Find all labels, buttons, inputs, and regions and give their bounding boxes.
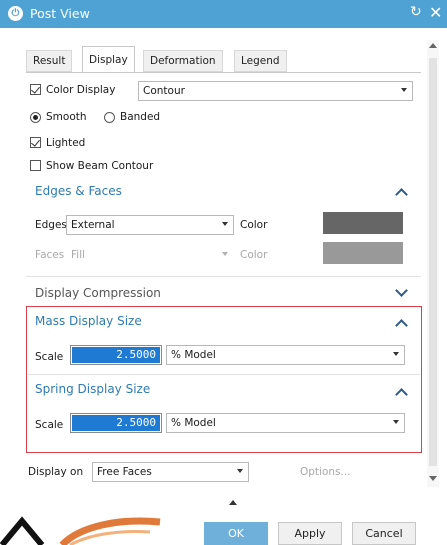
- display-on-label: Display on: [28, 466, 84, 478]
- chevron-down-icon: [393, 352, 399, 356]
- tab-legend[interactable]: Legend: [234, 50, 287, 72]
- apply-button[interactable]: Apply: [278, 522, 342, 545]
- banded-radio[interactable]: [104, 112, 115, 123]
- display-on-dropdown[interactable]: Free Faces: [92, 462, 249, 482]
- tab-label: Display: [89, 54, 128, 66]
- show-beam-contour-checkbox[interactable]: [30, 160, 41, 171]
- chevron-down-icon: [237, 469, 243, 473]
- title-bar: ⏻ Post View ↻ ✕: [0, 0, 447, 28]
- edges-color-swatch[interactable]: [323, 212, 403, 234]
- tab-label: Deformation: [150, 55, 216, 67]
- lighted-checkbox[interactable]: [30, 137, 41, 148]
- chevron-down-icon[interactable]: [395, 284, 408, 297]
- display-on-value: Free Faces: [97, 466, 152, 478]
- divider: [28, 374, 420, 375]
- chevron-down-icon: [222, 252, 228, 256]
- logo-graphic: [0, 516, 161, 545]
- tab-label: Legend: [241, 55, 280, 67]
- banded-label: Banded: [120, 111, 161, 123]
- faces-value: Fill: [71, 249, 86, 261]
- scroll-down-icon[interactable]: [429, 476, 437, 481]
- edges-label: Edges: [35, 219, 67, 231]
- vertical-scrollbar[interactable]: [427, 40, 439, 487]
- scroll-thumb[interactable]: [429, 58, 437, 466]
- faces-color-label: Color: [240, 249, 268, 261]
- color-display-checkbox[interactable]: [30, 84, 41, 95]
- chevron-up-icon[interactable]: [395, 188, 408, 201]
- spring-unit-value: % Model: [171, 417, 216, 429]
- mass-scale-value: 2.5000: [72, 347, 160, 363]
- options-button[interactable]: Options...: [300, 466, 351, 478]
- chevron-down-icon: [222, 222, 228, 226]
- faces-color-swatch: [323, 242, 403, 264]
- chevron-down-icon: [401, 88, 407, 92]
- collapse-up-icon[interactable]: [229, 500, 237, 505]
- spring-scale-label: Scale: [35, 419, 64, 431]
- edges-color-label: Color: [240, 219, 268, 231]
- mass-display-size-title: Mass Display Size: [35, 314, 142, 328]
- smooth-radio[interactable]: [30, 112, 41, 123]
- divider: [26, 276, 421, 277]
- color-display-label: Color Display: [46, 84, 116, 96]
- spring-scale-input[interactable]: 2.5000: [70, 413, 162, 433]
- mass-scale-input[interactable]: 2.5000: [70, 345, 162, 365]
- ok-button[interactable]: OK: [204, 522, 268, 545]
- color-display-value: Contour: [143, 85, 185, 97]
- faces-label: Faces: [35, 249, 65, 261]
- tab-result[interactable]: Result: [26, 50, 73, 72]
- smooth-label: Smooth: [46, 111, 87, 123]
- edges-value: External: [71, 219, 115, 231]
- cancel-button[interactable]: Cancel: [352, 522, 416, 545]
- faces-dropdown: Fill: [66, 245, 234, 265]
- lighted-label: Lighted: [46, 137, 86, 149]
- color-display-dropdown[interactable]: Contour: [138, 81, 413, 101]
- power-icon: ⏻: [8, 6, 23, 21]
- close-icon[interactable]: ✕: [429, 3, 442, 22]
- spring-display-size-title: Spring Display Size: [35, 382, 151, 396]
- mass-unit-value: % Model: [171, 349, 216, 361]
- edges-dropdown[interactable]: External: [66, 215, 234, 235]
- mass-unit-dropdown[interactable]: % Model: [166, 345, 405, 365]
- spring-scale-value: 2.5000: [72, 415, 160, 431]
- tab-divider: [26, 72, 421, 73]
- tab-deformation[interactable]: Deformation: [143, 50, 223, 72]
- reset-icon[interactable]: ↻: [410, 4, 422, 20]
- tab-label: Result: [33, 55, 66, 67]
- scroll-up-icon[interactable]: [429, 43, 437, 48]
- show-beam-contour-label: Show Beam Contour: [46, 160, 154, 172]
- spring-unit-dropdown[interactable]: % Model: [166, 413, 405, 433]
- display-compression-title: Display Compression: [35, 286, 161, 300]
- window-title: Post View: [30, 6, 90, 21]
- chevron-down-icon: [393, 420, 399, 424]
- mass-scale-label: Scale: [35, 351, 64, 363]
- edges-faces-title: Edges & Faces: [35, 184, 122, 198]
- tab-display[interactable]: Display: [82, 46, 135, 73]
